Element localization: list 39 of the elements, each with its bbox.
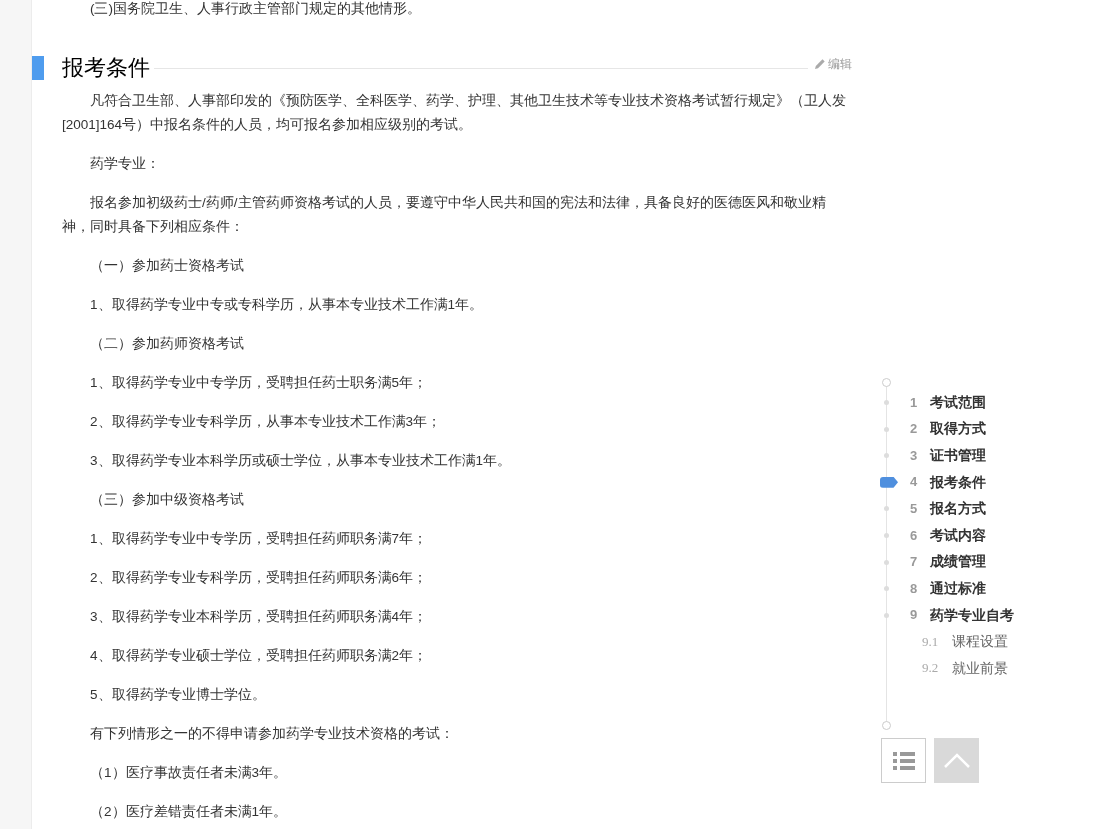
paragraph: （一）参加药士资格考试 bbox=[89, 257, 245, 275]
paragraph: 2、取得药学专业专科学历，受聘担任药师职务满6年； bbox=[89, 569, 429, 587]
paragraph: （2）医疗差错责任者未满1年。 bbox=[89, 803, 289, 821]
pencil-icon bbox=[814, 58, 826, 70]
toc-item[interactable]: 9.2 就业前景 bbox=[880, 654, 1080, 682]
toc-item[interactable]: 9 药学专业自考 bbox=[880, 601, 1080, 629]
toc-item[interactable]: 7 成绩管理 bbox=[880, 548, 1080, 576]
timeline-end bbox=[882, 721, 891, 730]
paragraph: 1、取得药学专业中专学历，受聘担任药师职务满7年； bbox=[89, 530, 429, 548]
paragraph: 1、取得药学专业中专或专科学历，从事本专业技术工作满1年。 bbox=[89, 296, 485, 314]
paragraph: 1、取得药学专业中专学历，受聘担任药士职务满5年； bbox=[89, 374, 429, 392]
paragraph: 3、取得药学专业本科学历，受聘担任药师职务满4年； bbox=[89, 608, 429, 626]
paragraph: 有下列情形之一的不得申请参加药学专业技术资格的考试： bbox=[89, 725, 455, 743]
current-marker bbox=[880, 476, 898, 488]
paragraph: 3、取得药学专业本科学历或硕士学位，从事本专业技术工作满1年。 bbox=[89, 452, 513, 470]
toc-item[interactable]: 9.1 课程设置 bbox=[880, 628, 1080, 655]
section-marker bbox=[32, 56, 44, 80]
paragraph: 5、取得药学专业博士学位。 bbox=[89, 686, 267, 704]
chevron-up-icon bbox=[943, 753, 970, 768]
paragraph: 凡符合卫生部、人事部印发的《预防医学、全科医学、药学、护理、其他卫生技术等专业技术资格考试暂行规定》（卫人发[2001]164号）中报名条件的人员，均可报名参加相应级别的考试。 bbox=[62, 92, 847, 134]
paragraph: (三)国务院卫生、人事行政主管部门规定的其他情形。 bbox=[89, 0, 422, 18]
toc-item[interactable]: 5 报名方式 bbox=[880, 495, 1080, 522]
toc-item[interactable]: 8 通过标准 bbox=[880, 575, 1080, 602]
paragraph: 2、取得药学专业专科学历，从事本专业技术工作满3年； bbox=[89, 413, 443, 431]
paragraph: （三）参加中级资格考试 bbox=[89, 491, 245, 509]
paragraph: 4、取得药学专业硕士学位，受聘担任药师职务满2年； bbox=[89, 647, 429, 665]
toc-item[interactable]: 6 考试内容 bbox=[880, 521, 1080, 549]
paragraph: （二）参加药师资格考试 bbox=[89, 335, 245, 353]
toc-item[interactable]: 2 取得方式 bbox=[880, 415, 1080, 443]
timeline-start bbox=[882, 378, 891, 387]
toc-item[interactable]: 4 报考条件 bbox=[880, 468, 1080, 496]
catalog-button[interactable] bbox=[881, 738, 926, 783]
list-icon bbox=[892, 751, 915, 770]
paragraph: 药学专业： bbox=[89, 155, 161, 173]
toc-item[interactable]: 3 证书管理 bbox=[880, 442, 1080, 469]
section-title: 报考条件 bbox=[62, 55, 150, 81]
paragraph: （1）医疗事故责任者未满3年。 bbox=[89, 764, 289, 782]
paragraph: 报名参加初级药士/药师/主管药师资格考试的人员，要遵守中华人民共和国的宪法和法律，具备良好的医德医风和敬业精神，同时具备下列相应条件： bbox=[62, 194, 827, 236]
toc-item[interactable]: 1 考试范围 bbox=[880, 389, 1080, 416]
